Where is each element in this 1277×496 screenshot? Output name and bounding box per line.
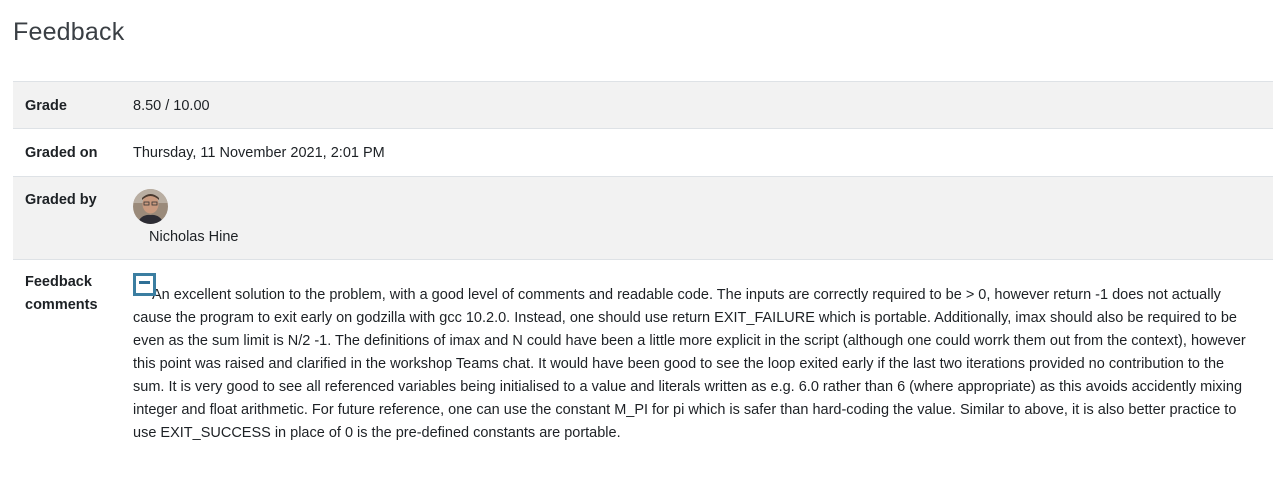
feedback-comments-label: Feedback comments [13,260,133,450]
grader-cell: Nicholas Hine [133,177,1273,259]
collapse-minus-icon[interactable] [133,273,156,296]
user-avatar-icon [133,189,168,224]
feedback-comments-value: An excellent solution to the problem, wi… [133,260,1273,450]
graded-by-label: Graded by [25,192,97,208]
feedback-table: Grade 8.50 / 10.00 Graded on Thursday, 1… [13,81,1273,450]
graded-on-label: Graded on [25,145,98,161]
feedback-comments-text: An excellent solution to the problem, wi… [133,287,1246,441]
feedback-comments-label-line1: Feedback [25,274,92,290]
grade-row: Grade 8.50 / 10.00 [13,82,1273,129]
grader-name[interactable]: Nicholas Hine [149,226,1273,249]
avatar[interactable] [133,189,168,224]
graded-on-value: Thursday, 11 November 2021, 2:01 PM [133,145,385,161]
grade-value: 8.50 / 10.00 [133,98,210,114]
grade-label: Grade [25,98,67,114]
graded-by-row: Graded by Nicholas Hine [13,177,1273,260]
graded-on-row: Graded on Thursday, 11 November 2021, 2:… [13,129,1273,177]
feedback-comments-label-line2: comments [25,297,98,313]
page-title: Feedback [13,18,125,46]
feedback-comments-row: Feedback comments An excellent solution … [13,260,1273,450]
